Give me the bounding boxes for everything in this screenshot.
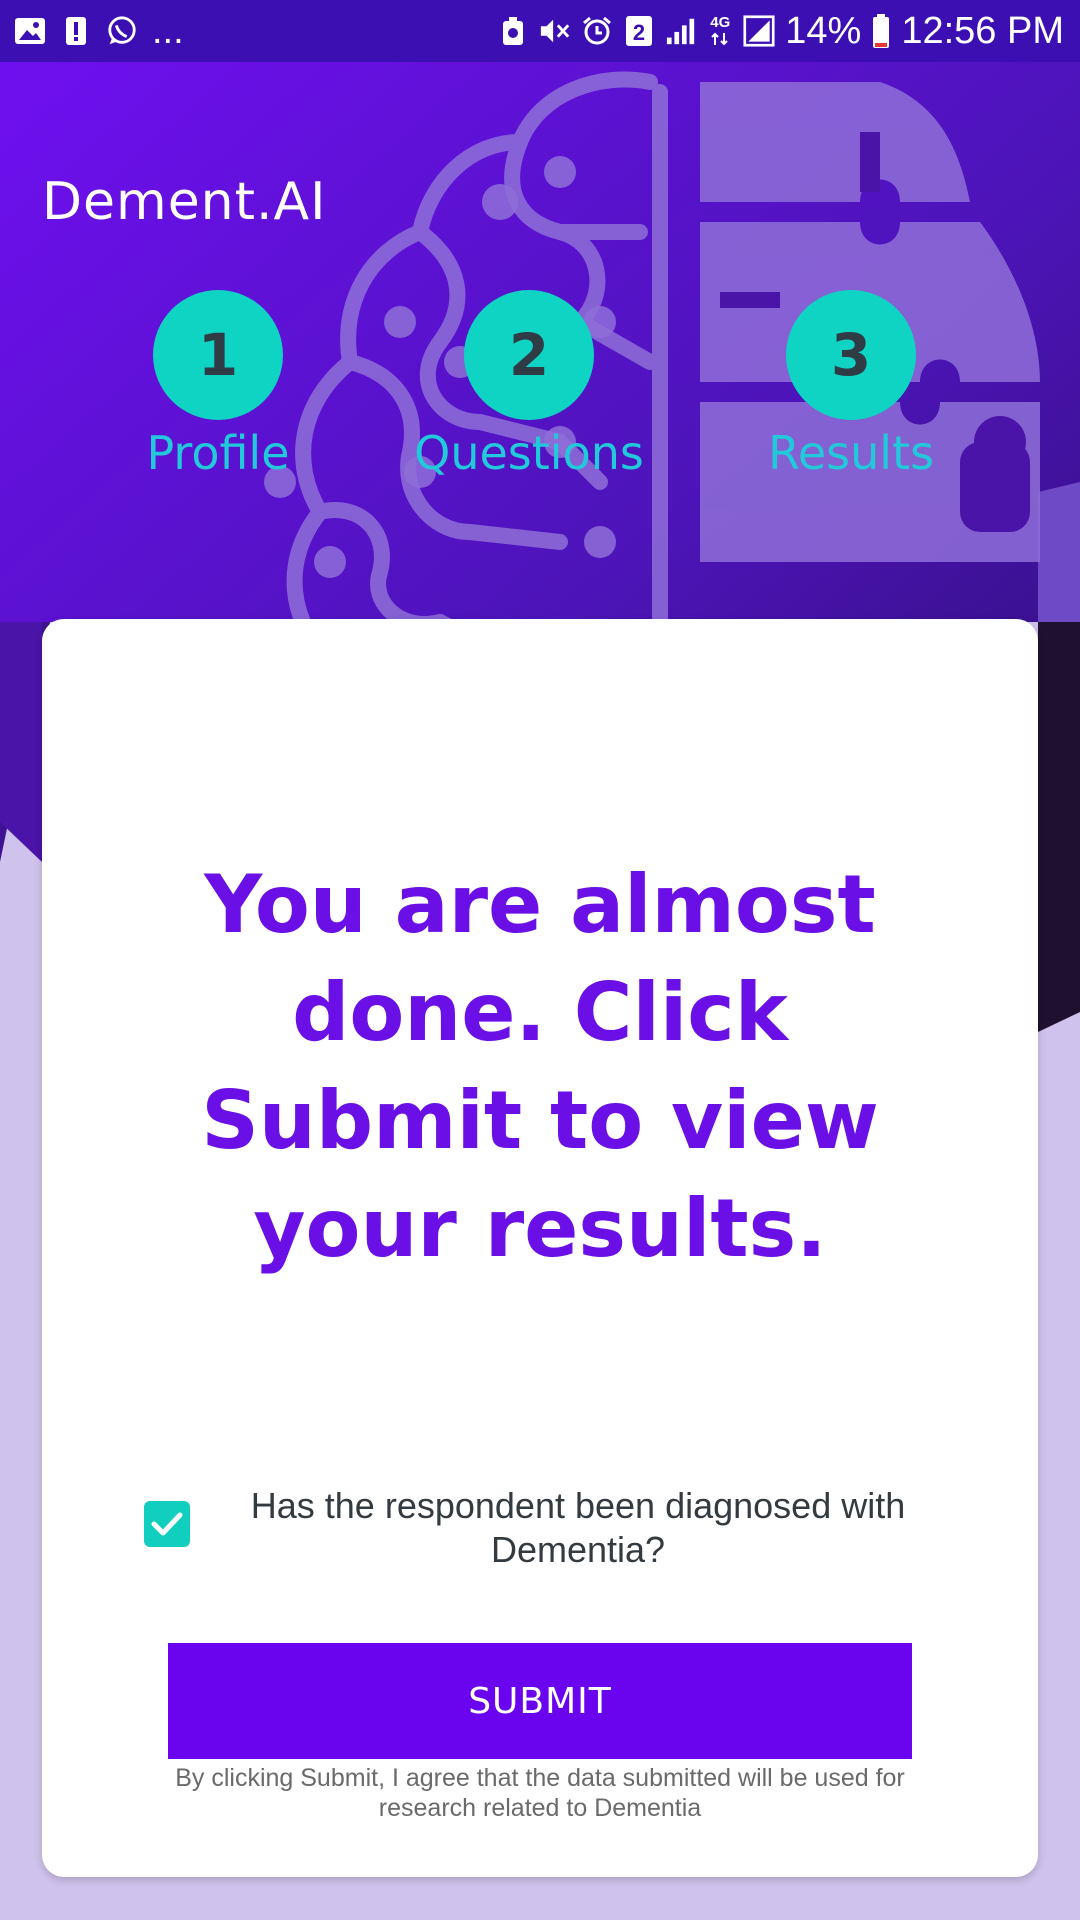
status-bar: ... 2 4G 14% 12:56 PM: [0, 0, 1080, 62]
alert-icon: [60, 15, 92, 47]
data-arrows-icon: 4G: [707, 15, 733, 47]
step-results[interactable]: 3 Results: [711, 290, 991, 480]
step-label: Results: [767, 426, 935, 480]
submit-disclaimer: By clicking Submit, I agree that the dat…: [175, 1764, 905, 1822]
gallery-icon: [14, 15, 46, 47]
sim2-icon: 2: [623, 15, 655, 47]
step-profile[interactable]: 1 Profile: [78, 290, 358, 480]
accessibility-icon: [497, 15, 529, 47]
signal-icon: [665, 15, 697, 47]
alarm-icon: [581, 15, 613, 47]
step-label: Questions: [414, 426, 644, 480]
notification-icons: ...: [14, 10, 184, 52]
app-title: Dement.AI: [42, 172, 327, 232]
diagnosed-question-label[interactable]: Has the respondent been diagnosed with D…: [238, 1484, 918, 1572]
clock: 12:56 PM: [901, 10, 1064, 52]
signal-box-icon: [743, 15, 775, 47]
step-number: 3: [786, 290, 916, 420]
step-label: Profile: [146, 426, 290, 480]
headline: You are almost done. Click Submit to vie…: [201, 858, 879, 1275]
system-icons: 2 4G 14% 12:56 PM: [497, 10, 1064, 52]
more-notifications: ...: [152, 10, 184, 52]
submit-card: You are almost done. Click Submit to vie…: [42, 619, 1038, 1877]
battery-percent: 14%: [785, 10, 862, 52]
step-questions[interactable]: 2 Questions: [389, 290, 669, 480]
step-number: 1: [153, 290, 283, 420]
battery-icon: [871, 14, 891, 48]
whatsapp-icon: [106, 15, 138, 47]
step-number: 2: [464, 290, 594, 420]
submit-button[interactable]: SUBMIT: [168, 1643, 912, 1759]
diagnosed-checkbox[interactable]: [144, 1501, 190, 1547]
check-icon: [151, 1512, 183, 1536]
svg-text:2: 2: [633, 20, 645, 45]
mute-icon: [539, 15, 571, 47]
